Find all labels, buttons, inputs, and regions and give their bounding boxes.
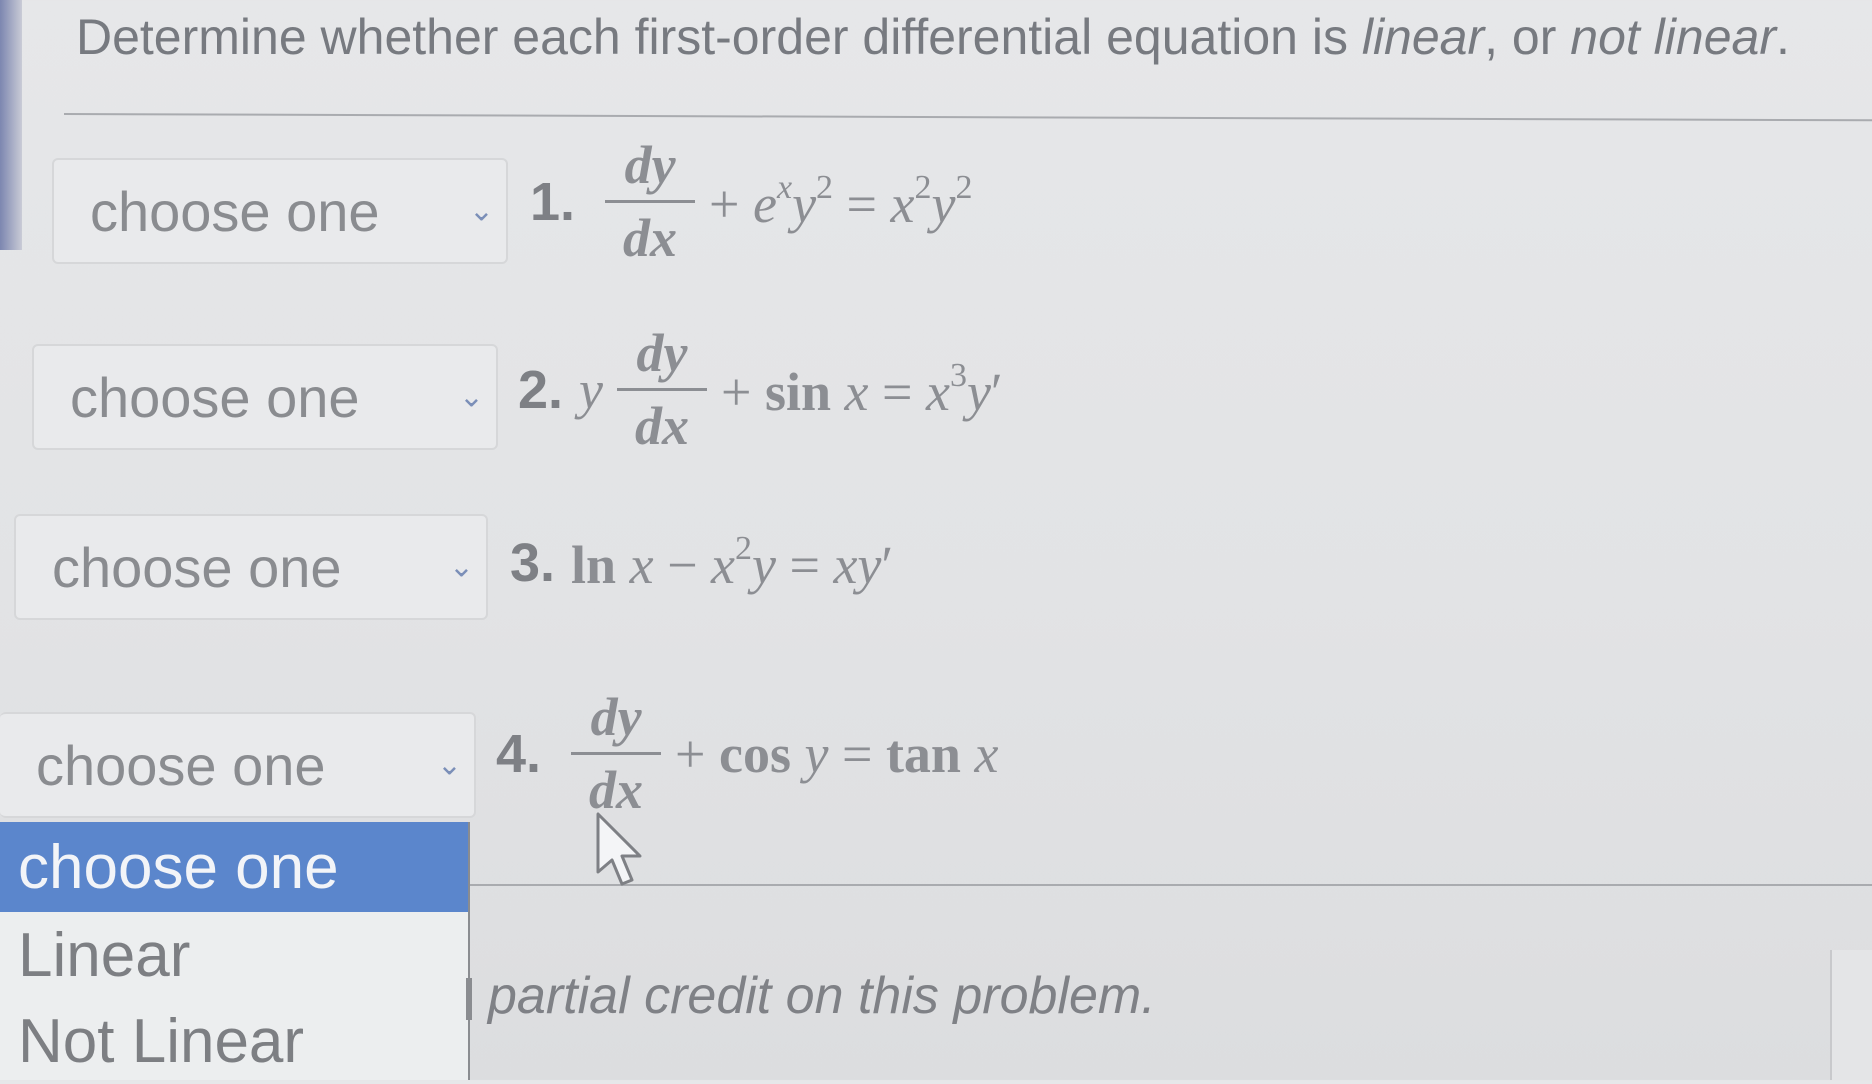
instruction-prefix: Determine whether each first-order diffe… xyxy=(76,9,1362,65)
equation-3: 3. ln x − x2y = xy′ xyxy=(510,530,894,595)
equation-1: 1. dy dx + exy2 = x2y2 xyxy=(530,135,973,268)
divider-top xyxy=(63,113,1872,122)
question-3-select[interactable]: choose one ⌄ xyxy=(14,514,488,620)
chevron-down-icon: ⌄ xyxy=(458,380,484,414)
right-panel-edge xyxy=(1830,950,1872,1080)
instruction-middle: , or xyxy=(1484,9,1571,65)
chevron-down-icon: ⌄ xyxy=(448,550,474,584)
equation-2: 2. y dy dx + sin x = x3y′ xyxy=(518,323,1003,456)
question-4-dropdown-list[interactable]: choose one Linear Not Linear xyxy=(0,822,470,1080)
question-1-select[interactable]: choose one ⌄ xyxy=(52,158,508,264)
question-3-number: 3. xyxy=(510,533,556,593)
instruction-text: Determine whether each first-order diffe… xyxy=(76,8,1790,66)
instruction-suffix: . xyxy=(1775,9,1790,65)
question-4-number: 4. xyxy=(496,723,542,784)
partial-credit-text: partial credit on this problem. xyxy=(488,967,1156,1025)
mouse-cursor-icon xyxy=(596,812,642,886)
question-4-select[interactable]: choose one ⌄ xyxy=(0,712,476,818)
question-2-number: 2. xyxy=(518,359,564,420)
credit-text-fragment-mark xyxy=(466,978,472,1020)
question-4-select-value: choose one xyxy=(36,733,326,797)
divider-bottom xyxy=(470,884,1872,886)
dropdown-option-not-linear[interactable]: Not Linear xyxy=(0,998,468,1084)
chevron-down-icon: ⌄ xyxy=(468,194,494,228)
instruction-linear: linear xyxy=(1361,9,1485,65)
question-2-select-value: choose one xyxy=(70,365,360,429)
dropdown-option-choose-one[interactable]: choose one xyxy=(0,822,468,912)
chevron-down-icon: ⌄ xyxy=(436,748,462,782)
fraction-dy-dx: dy dx xyxy=(571,690,662,817)
fraction-dy-dx: dy dx xyxy=(605,138,696,265)
question-1-select-value: choose one xyxy=(90,179,380,243)
equation-4: 4. dy dx + cos y = tan x xyxy=(496,687,999,820)
question-1-number: 1. xyxy=(530,171,576,232)
question-3-select-value: choose one xyxy=(52,535,342,599)
fraction-dy-dx: dy dx xyxy=(617,326,708,453)
window-edge-accent xyxy=(0,0,22,250)
dropdown-option-linear[interactable]: Linear xyxy=(0,912,468,998)
question-2-select[interactable]: choose one ⌄ xyxy=(32,344,498,450)
instruction-not-linear: not linear xyxy=(1570,9,1776,65)
